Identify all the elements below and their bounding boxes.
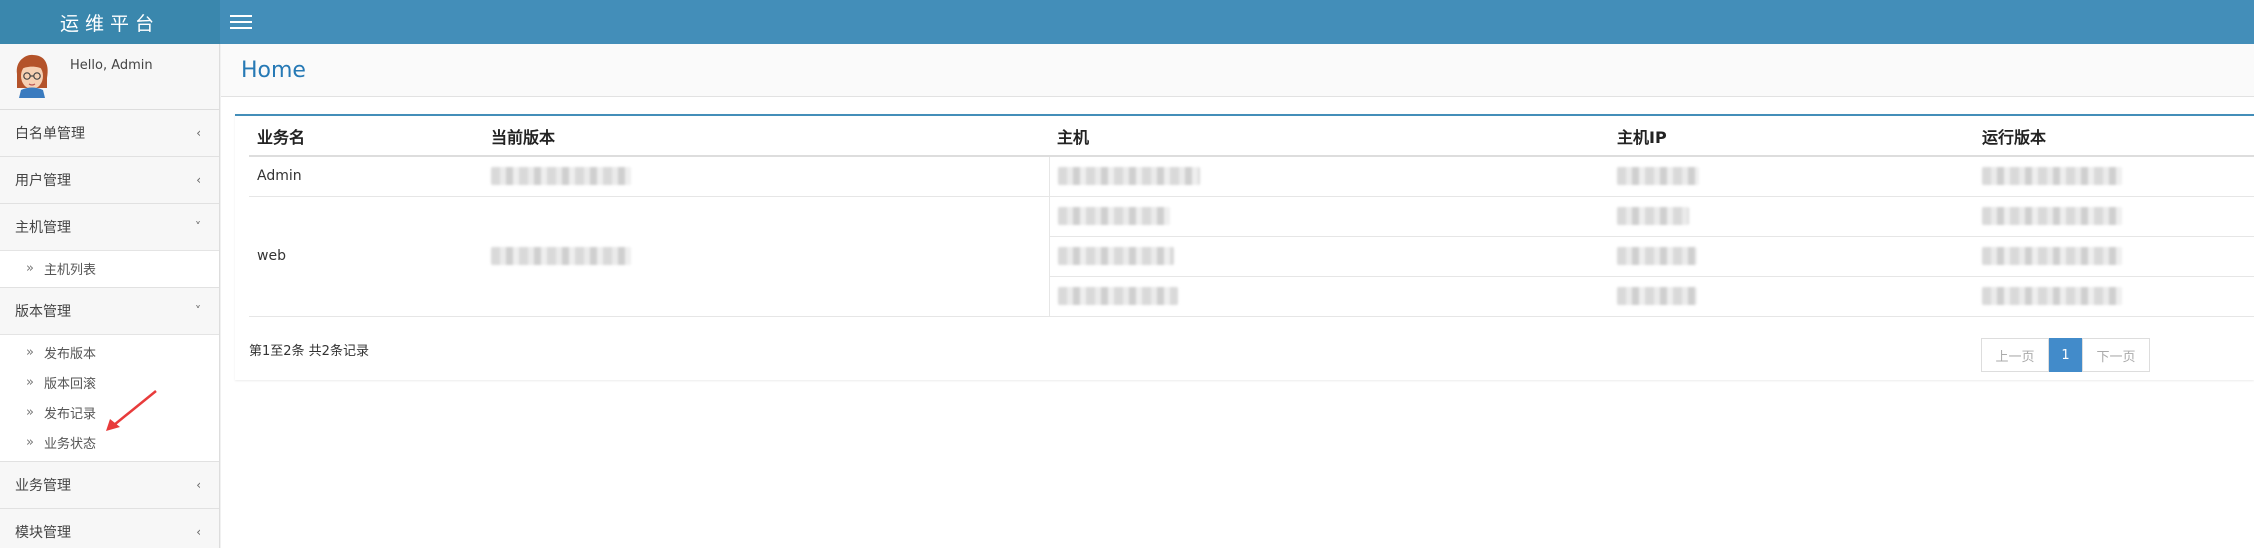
pagination: 上一页 1 下一页 xyxy=(1981,338,2150,372)
current-version-cell xyxy=(483,196,1049,317)
running-version-cell xyxy=(1974,276,2254,317)
redacted-value xyxy=(1617,207,1689,225)
chevron-down-icon: ˅ xyxy=(195,220,201,234)
nav-group-users: 用户管理 ‹ xyxy=(0,157,219,204)
redacted-value xyxy=(1982,247,2122,265)
current-version-cell xyxy=(483,156,1049,197)
menu-toggle-icon[interactable] xyxy=(228,9,254,35)
redacted-value xyxy=(1617,247,1697,265)
double-chevron-icon: » xyxy=(26,374,34,390)
running-version-cell xyxy=(1974,156,2254,197)
host-ip-cell xyxy=(1609,196,1974,237)
host-cell xyxy=(1048,276,1609,317)
page-1-button[interactable]: 1 xyxy=(2049,338,2082,372)
double-chevron-icon: » xyxy=(26,344,34,360)
nav-item-host-list[interactable]: » 主机列表 xyxy=(0,253,219,283)
table-row[interactable]: web xyxy=(249,196,2254,317)
nav-group-hosts: 主机管理 ˅ » 主机列表 xyxy=(0,204,219,288)
redacted-value xyxy=(491,167,631,186)
nav-label: 模块管理 xyxy=(15,525,71,541)
redacted-value xyxy=(491,247,631,265)
business-status-table: 业务名 当前版本 主机 主机IP 运行版本 Admin web xyxy=(249,116,2254,317)
nav-item-label: 版本回滚 xyxy=(43,376,96,392)
nav-business-management[interactable]: 业务管理 ‹ xyxy=(0,462,219,508)
chevron-left-icon: ‹ xyxy=(196,525,201,539)
sidebar: Hello, Admin 白名单管理 ‹ 用户管理 ‹ 主机管理 ˅ » 主机列… xyxy=(0,44,220,548)
chevron-left-icon: ‹ xyxy=(196,478,201,492)
nav-group-modules: 模块管理 ‹ xyxy=(0,509,219,548)
nav-item-label: 主机列表 xyxy=(43,262,96,278)
running-version-cell xyxy=(1974,236,2254,277)
nav-label: 白名单管理 xyxy=(15,126,85,142)
top-navbar: 运维平台 xyxy=(0,0,2254,44)
column-header[interactable]: 主机 xyxy=(1049,116,1609,157)
nav-label: 用户管理 xyxy=(15,173,71,189)
nav-label: 主机管理 xyxy=(15,220,71,236)
avatar xyxy=(16,54,48,98)
redacted-value xyxy=(1057,167,1200,186)
redacted-value xyxy=(1057,207,1170,225)
nav-whitelist-management[interactable]: 白名单管理 ‹ xyxy=(0,110,219,156)
double-chevron-icon: » xyxy=(26,260,34,276)
redacted-value xyxy=(1982,207,2122,225)
nav-group-business: 业务管理 ‹ xyxy=(0,462,219,509)
nav-item-label: 发布记录 xyxy=(43,406,96,422)
greeting-text: Hello, Admin xyxy=(70,58,153,73)
page-title: Home xyxy=(241,57,306,83)
host-ip-cell xyxy=(1609,276,1974,317)
nav-submenu: » 主机列表 xyxy=(0,250,219,287)
table-row[interactable]: Admin xyxy=(249,156,2254,197)
redacted-value xyxy=(1617,167,1699,186)
redacted-value xyxy=(1617,287,1697,305)
business-name-cell: web xyxy=(249,196,483,317)
page-header: Home xyxy=(221,44,2254,97)
nav-item-label: 发布版本 xyxy=(43,346,96,362)
nav-module-management[interactable]: 模块管理 ‹ xyxy=(0,509,219,548)
business-name-cell: Admin xyxy=(249,156,483,197)
redacted-value xyxy=(1982,287,2122,305)
redacted-value xyxy=(1057,287,1178,305)
redacted-value xyxy=(1057,247,1174,265)
host-ip-cell xyxy=(1609,236,1974,277)
record-summary: 第1至2条 共2条记录 xyxy=(249,344,369,359)
running-version-cell xyxy=(1974,196,2254,237)
column-header[interactable]: 业务名 xyxy=(249,116,483,157)
redacted-value xyxy=(1982,167,2122,186)
chevron-left-icon: ‹ xyxy=(196,126,201,140)
column-header[interactable]: 当前版本 xyxy=(483,116,1049,157)
nav-version-management[interactable]: 版本管理 ˅ xyxy=(0,288,219,334)
table-header-row: 业务名 当前版本 主机 主机IP 运行版本 xyxy=(249,116,2254,157)
user-info: Hello, Admin xyxy=(0,44,219,110)
prev-page-button[interactable]: 上一页 xyxy=(1981,338,2049,372)
nav-label: 业务管理 xyxy=(15,478,71,494)
nav-host-management[interactable]: 主机管理 ˅ xyxy=(0,204,219,250)
next-page-button[interactable]: 下一页 xyxy=(2082,338,2150,372)
main-content: Home 业务名 当前版本 主机 主机IP 运行版本 Admin web 第1至… xyxy=(221,44,2254,548)
column-header[interactable]: 主机IP xyxy=(1609,116,1974,157)
nav-item-release-version[interactable]: » 发布版本 xyxy=(0,337,219,367)
annotation-arrow-icon xyxy=(106,390,157,431)
chevron-left-icon: ‹ xyxy=(196,173,201,187)
nav-user-management[interactable]: 用户管理 ‹ xyxy=(0,157,219,203)
nav-group-versions: 版本管理 ˅ » 发布版本 » 版本回滚 » 发布记录 » 业务状态 xyxy=(0,288,219,462)
nav-label: 版本管理 xyxy=(15,304,71,320)
double-chevron-icon: » xyxy=(26,404,34,420)
host-cell xyxy=(1048,236,1609,277)
chevron-down-icon: ˅ xyxy=(195,304,201,318)
host-cell xyxy=(1048,196,1609,237)
column-header[interactable]: 运行版本 xyxy=(1974,116,2254,157)
nav-item-label: 业务状态 xyxy=(43,436,96,452)
nav-group-whitelist: 白名单管理 ‹ xyxy=(0,110,219,157)
brand-title[interactable]: 运维平台 xyxy=(0,0,220,44)
business-status-panel: 业务名 当前版本 主机 主机IP 运行版本 Admin web 第1至2条 共2… xyxy=(235,114,2254,380)
host-cell xyxy=(1048,156,1609,197)
host-ip-cell xyxy=(1609,156,1974,197)
double-chevron-icon: » xyxy=(26,434,34,450)
